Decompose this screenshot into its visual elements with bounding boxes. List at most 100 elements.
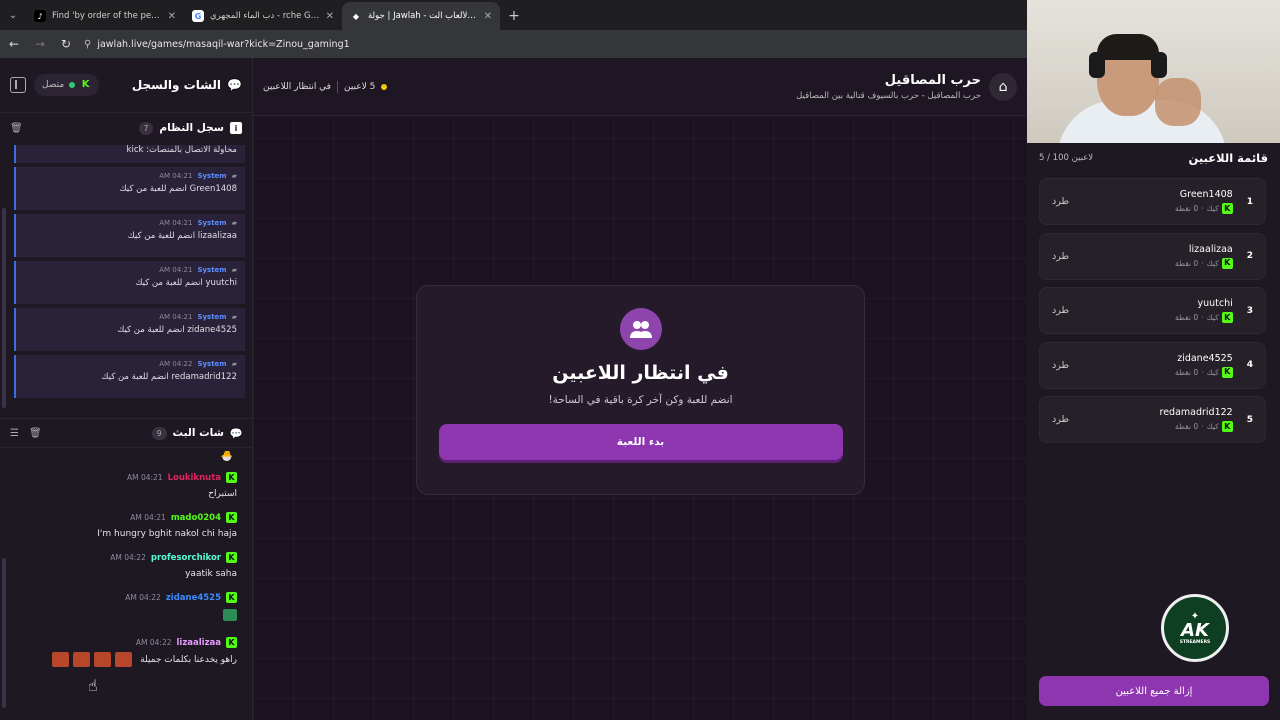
close-tab-icon[interactable]: ✕: [484, 11, 492, 22]
player-row: طرد zidane4525 K كيك · 0 نقطة 4: [1039, 341, 1266, 389]
forward-icon[interactable]: →: [32, 37, 48, 51]
chat-panel: متصل K الشات والسجل 💬 🗑 7 سجل النظام i م…: [0, 58, 253, 720]
remove-all-players-button[interactable]: إزالة جميع اللاعبين: [1039, 676, 1269, 706]
chat-message: Kzidane4525 04:22 AM: [0, 592, 253, 624]
chat-time: 04:22 AM: [110, 553, 146, 562]
kick-player-button[interactable]: طرد: [1052, 251, 1069, 262]
webcam-overlay: [1027, 0, 1280, 143]
reload-icon[interactable]: ↻: [58, 37, 74, 51]
tab-search-icon[interactable]: ⌄: [0, 0, 26, 30]
waiting-title: في انتظار اللاعبين: [552, 362, 729, 384]
player-rank: 2: [1246, 251, 1253, 261]
log-message: yuutchi انضم للعبة من كيك: [135, 278, 237, 288]
kick-player-button[interactable]: طرد: [1052, 360, 1069, 371]
player-platform: كيك: [1206, 204, 1219, 213]
players-dot-icon: [381, 83, 388, 90]
player-row: طرد yuutchi K كيك · 0 نقطة 3: [1039, 287, 1266, 334]
player-rank: 4: [1246, 360, 1253, 370]
players-panel: 5 / 100 لاعبين قائمة اللاعبين طرد Green1…: [1027, 0, 1280, 720]
close-tab-icon[interactable]: ✕: [326, 11, 334, 22]
chat-text: استبراح: [208, 489, 237, 499]
system-icon: ▰: [231, 360, 237, 368]
chat-emote-icon: [10, 609, 237, 624]
headset-icon: [1151, 52, 1167, 78]
clear-chat-trash-icon[interactable]: 🗑: [29, 428, 42, 439]
chat-user[interactable]: mado0204: [171, 513, 221, 523]
chat-text: I'm hungry bghit nakol chi haja: [97, 529, 237, 539]
back-icon[interactable]: ←: [6, 37, 22, 51]
chat-user[interactable]: zidane4525: [166, 593, 221, 603]
player-platform: كيك: [1206, 258, 1219, 268]
chat-filter-icon[interactable]: ☰: [10, 428, 19, 439]
system-icon: ▰: [231, 172, 237, 180]
google-icon: G: [192, 10, 204, 22]
player-name: zidane4525: [1177, 352, 1233, 364]
game-subtitle: حرب المصاقيل - حرب بالسيوف قتالية بين ال…: [796, 90, 981, 101]
url-field[interactable]: ⚲ jawlah.live/games/masaqil-war?kick=Zin…: [84, 39, 350, 50]
new-tab-icon[interactable]: +: [500, 2, 528, 30]
chat-message: K Loukiknuta 04:21 AM استبراح: [0, 472, 253, 499]
log-sender: System: [197, 266, 227, 274]
kick-badge-icon: K: [1221, 312, 1233, 323]
game-area: 5 لاعبين في انتظار اللاعبين ⌂ حرب المصاق…: [253, 58, 1027, 720]
system-log-item: ▰ System 04:22 AM redamadrid122 انضم للعبة…: [14, 355, 245, 398]
player-row: طرد lizaalizaa K كيك · 0 نقطة 2: [1039, 232, 1266, 280]
kick-badge-icon: K: [226, 637, 237, 648]
start-game-button[interactable]: بدء اللعبة: [438, 424, 843, 460]
chat-message: Kmado0204 04:21 AM I'm hungry bghit nakol…: [0, 512, 253, 539]
log-sender: System: [197, 172, 227, 180]
waiting-card: في انتظار اللاعبين انضم للعبة وكن آخر كر…: [416, 285, 865, 495]
game-state: في انتظار اللاعبين: [263, 81, 331, 92]
chat-time: 04:22 AM: [135, 638, 172, 647]
kick-player-button[interactable]: طرد: [1052, 305, 1069, 316]
close-tab-icon[interactable]: ✕: [168, 11, 176, 22]
player-points: 0 نقطة: [1174, 313, 1199, 322]
tab-title: Find 'by order of the peaky blind: [52, 11, 162, 21]
player-points: 0 نقطة: [1174, 204, 1199, 213]
online-dot-icon: [69, 82, 76, 88]
browser-tab-1[interactable]: ♪ Find 'by order of the peaky blind ✕: [26, 2, 184, 30]
kick-badge-icon: K: [226, 552, 237, 563]
browser-tab-2[interactable]: G دب الماء المجهري - rche Google ✕: [184, 2, 342, 30]
kick-badge-icon: K: [226, 592, 237, 603]
browser-tab-bar: ⌄ ♪ Find 'by order of the peaky blind ✕ …: [0, 0, 1027, 30]
chat-user[interactable]: lizaalizaa: [177, 638, 222, 648]
chat-bubble-icon: 💬: [229, 427, 243, 440]
jawlah-icon: ◆: [352, 11, 360, 21]
system-icon: ▰: [231, 266, 237, 274]
browser-tab-3[interactable]: ◆ جولة | Jawlah - منصة الألعاب الت ✕: [342, 2, 500, 30]
home-icon[interactable]: ⌂: [989, 72, 1017, 101]
webcam-hair: [1097, 34, 1159, 60]
system-log-item: ▰ System 04:21 AM zidane4525 انضم للعبة من…: [14, 308, 245, 351]
chat-user[interactable]: profesorchikor: [151, 553, 221, 563]
address-bar: ← → ↻ ⚲ jawlah.live/games/masaqil-war?ki…: [0, 30, 1027, 58]
chat-text: yaatik saha: [185, 569, 237, 579]
kick-badge-icon: K: [1221, 366, 1233, 378]
webcam-hand: [1155, 78, 1201, 126]
users-icon: [619, 308, 662, 350]
stream-chat-list: 🐣 K Loukiknuta 04:21 AM استبراح Kmado0204 0…: [0, 451, 253, 720]
kick-logo-icon: K: [81, 79, 90, 90]
stream-chat-count: 9: [151, 426, 167, 440]
chat-user[interactable]: Loukiknuta: [168, 473, 221, 483]
chat-message: Klizaalizaa 04:22 AM راهو يخدعنا بكلمات ج…: [0, 637, 253, 667]
chat-text-row: راهو يخدعنا بكلمات جميلة: [10, 652, 237, 667]
players-title: قائمة اللاعبين: [1188, 151, 1268, 165]
site-info-icon[interactable]: ⚲: [84, 39, 91, 50]
system-log-title: سجل النظام: [159, 122, 224, 134]
clear-log-trash-icon[interactable]: 🗑: [10, 123, 23, 134]
log-message: redamadrid122 انضم للعبة من كيك: [101, 372, 237, 382]
kick-player-button[interactable]: طرد: [1052, 196, 1069, 207]
ak-streamers-logo: ✦ AK STREAMERS: [1161, 594, 1229, 662]
log-time: 04:21 AM: [159, 313, 193, 321]
chat-panel-title: الشات والسجل: [131, 78, 222, 92]
chat-time: 04:21 AM: [126, 473, 163, 482]
stream-chat-header-wrap: ☰ 🗑 9 شات البث 💬: [0, 418, 253, 448]
kick-player-button[interactable]: طرد: [1052, 414, 1069, 425]
player-platform: كيك: [1206, 313, 1219, 322]
app: متصل K الشات والسجل 💬 🗑 7 سجل النظام i م…: [0, 0, 1280, 720]
log-time: 04:21 AM: [159, 266, 193, 274]
system-icon: ▰: [231, 313, 237, 321]
collapse-panel-icon[interactable]: [10, 77, 26, 93]
players-list: طرد Green1408 K كيك · 0 نقطة 1 طرد lizaaliz…: [1039, 178, 1266, 451]
